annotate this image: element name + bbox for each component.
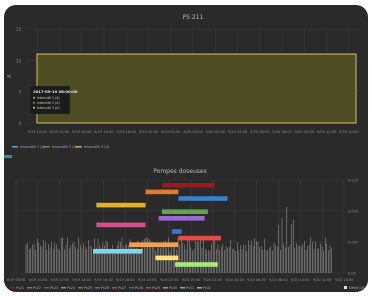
chart1-xtick-label: 9/19 20:00 [139, 130, 159, 134]
chart1-tooltip-marker [33, 106, 35, 109]
chart2-legend-label: Ps26 [101, 286, 109, 290]
chart1-ylabel: A [7, 74, 13, 78]
chart1-xtick-label: 9/19 14:00 [72, 130, 92, 134]
chart2-extra-legend-label: Débit (l/s) [349, 286, 366, 290]
chart2-legend-label: Ps27 [118, 286, 126, 290]
chart2-pump-bar [155, 255, 179, 261]
chart-panel: PS 211 A 0 5 10 15 9/19 10:00 9/19 12:00 9/19 14… [4, 5, 368, 292]
chart2-extra-legend-swatch [344, 286, 347, 289]
chart1-tooltip-marker [33, 96, 35, 99]
chart2-xtick-label: 9/20 06:00 [247, 278, 265, 282]
chart2-legend-label: Ps32 [203, 286, 211, 290]
chart2-pump-bar [96, 222, 146, 228]
chart1-xtick-label: 9/20 12:00 [317, 130, 337, 134]
chart2-pump-bar [158, 216, 205, 221]
chart2-xtick-label: 9/20 04:00 [225, 278, 243, 282]
chart2-legend-label: Ps22 [33, 286, 41, 290]
chart1-ytick-label: 15 [16, 27, 22, 32]
chart2-xtick-label: 9/20 02:00 [204, 278, 222, 282]
chart1-xtick-label: 9/19 12:00 [50, 130, 70, 134]
chart2-xtick-label: 9/19 16:00 [94, 278, 112, 282]
chart2-legend-label: Ps28 [135, 286, 143, 290]
chart2-pump-bar [93, 249, 143, 254]
chart2-xtick-label: 9/20 12:00 [313, 278, 331, 282]
chart1-xtick-label: 9/20 06:00 [250, 130, 270, 134]
chart2-y2tick-label: 0.005 [348, 241, 358, 245]
chart2-title: Pompes doseuses [153, 168, 207, 175]
chart1-tooltip-row: Intensité 3 (A) [37, 106, 60, 110]
chart2-pump-bar [178, 235, 221, 241]
chart2-xtick-label: 9/19 12:00 [50, 278, 68, 282]
chart1-tooltip-marker [33, 101, 35, 104]
chart2-pump-bar [178, 196, 228, 201]
chart2-xtick-label: 9/19 08:00 [7, 278, 25, 282]
chart2-xtick-label: 9/19 22:00 [160, 278, 178, 282]
chart1-xtick-label: 9/20 08:00 [272, 130, 292, 134]
charts-svg: PS 211A0510159/19 10:00 9/19 12:00 9/19 14… [7, 14, 367, 290]
chart1-xtick-label: 9/20 00:00 [183, 130, 203, 134]
chart2-legend-label: Ps31 [186, 286, 194, 290]
chart2-xtick-label: 9/20 08:00 [269, 278, 287, 282]
chart2-xtick-label: 9/19 20:00 [138, 278, 156, 282]
chart2-y2tick-label: 0.00 [348, 272, 357, 276]
chart2-legend-label: Ps30 [169, 286, 177, 290]
chart1-tooltip-row: Intensité 2 (A) [37, 101, 60, 105]
chart1-ytick-label: 5 [18, 90, 21, 95]
chart1-tooltip-row: Intensité 1 (A) [37, 96, 60, 100]
chart1-xtick-label: 9/19 22:00 [161, 130, 181, 134]
chart2-pump-bar [171, 229, 182, 234]
chart2-xtick-label: 9/20 00:00 [182, 278, 200, 282]
chart2-y2tick-label: 0.015 [348, 179, 358, 183]
chart2-xtick-label: 9/19 14:00 [72, 278, 90, 282]
chart1-xtick-label: 9/20 14:00 [339, 130, 359, 134]
chart1-xtick-label: 9/19 18:00 [116, 130, 136, 134]
chart2-legend-label: Ps29 [152, 286, 160, 290]
chart1-xtick-label: 9/20 02:00 [205, 130, 225, 134]
chart2-pump-bar [175, 262, 218, 267]
chart2-legend-label: Ps24 [67, 286, 75, 290]
chart1-ytick-label: 10 [16, 58, 22, 63]
chart2-xtick-label: 9/20 14:00 [335, 278, 353, 282]
chart2-legend-label: Ps21 [16, 286, 24, 290]
chart2-xtick-label: 9/19 18:00 [116, 278, 134, 282]
chart2-xtick-label: 9/19 10:00 [29, 278, 47, 282]
chart2-pump-bar [145, 189, 179, 195]
chart1-legend-label: Intensité 2 (A) [52, 145, 78, 149]
chart1-ytick-label: 0 [18, 121, 21, 126]
chart2-xtick-label: 9/20 10:00 [291, 278, 309, 282]
chart1-xtick-label: 9/20 04:00 [228, 130, 248, 134]
chart1-legend-label: Intensité 3 (A) [84, 145, 110, 149]
chart2-y2tick-label: 0.010 [348, 210, 359, 214]
chart1-xtick-label: 9/19 10:00 [27, 130, 47, 134]
chart2-pump-bar [161, 183, 215, 188]
chart1-legend-label: Intensité 1 (A) [20, 145, 46, 149]
chart1-title: PS 211 [183, 14, 204, 21]
panel-divider-accent [4, 155, 12, 158]
chart1-tooltip-title: 2017-09-19 08:00:00 [33, 89, 78, 94]
chart2-pump-bar [161, 209, 208, 214]
chart2-pump-bar [129, 242, 179, 247]
chart2-pump-bar [96, 202, 146, 208]
chart2-legend-label: Ps23 [50, 286, 58, 290]
chart2-legend-label: Ps25 [84, 286, 92, 290]
chart1-area-series [36, 53, 357, 124]
chart1-xtick-label: 9/20 10:00 [295, 130, 315, 134]
chart1-xtick-label: 9/19 16:00 [94, 130, 114, 134]
